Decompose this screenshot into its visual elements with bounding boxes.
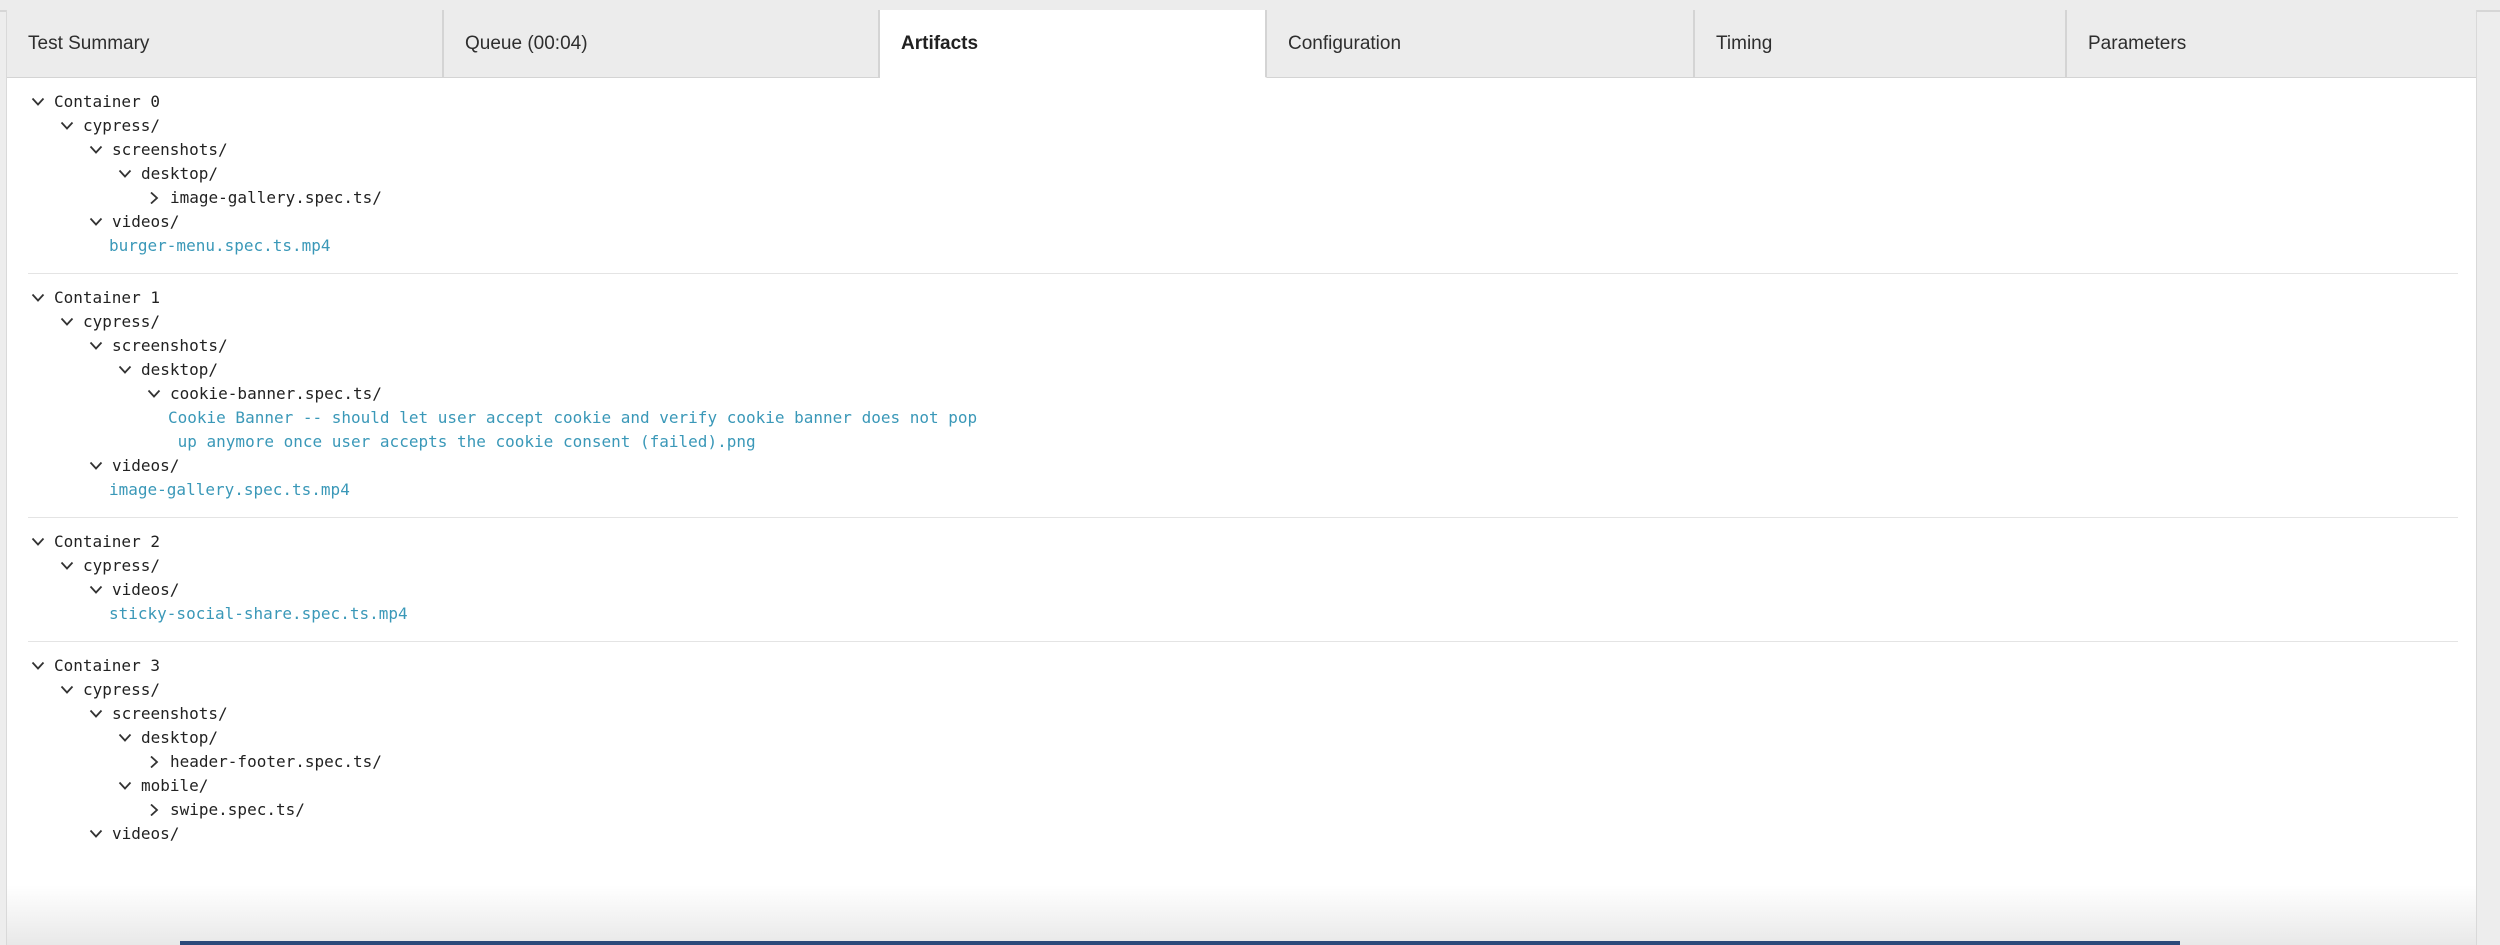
chevron-down-icon[interactable]: [28, 530, 54, 554]
folder-row[interactable]: cypress/: [28, 554, 2458, 578]
chevron-down-icon[interactable]: [86, 138, 112, 162]
artifact-file-link[interactable]: burger-menu.spec.ts.mp4: [109, 234, 331, 258]
chevron-down-icon[interactable]: [57, 554, 83, 578]
chevron-down-icon[interactable]: [86, 454, 112, 478]
artifact-file-link[interactable]: image-gallery.spec.ts.mp4: [109, 478, 350, 502]
chevron-down-icon[interactable]: [115, 358, 141, 382]
folder-name: desktop/: [141, 164, 219, 183]
chevron-right-icon[interactable]: [144, 186, 170, 210]
scroll-fade: [7, 885, 2476, 945]
artifacts-tree: Container 0 cypress/screenshots/desktop/i…: [28, 78, 2458, 861]
chevron-down-icon[interactable]: [28, 654, 54, 678]
folder-row[interactable]: videos/: [28, 454, 2458, 478]
folder-row[interactable]: header-footer.spec.ts/: [28, 750, 2458, 774]
folder-name: desktop/: [141, 360, 219, 379]
chevron-down-icon[interactable]: [115, 774, 141, 798]
container-block: Container 2 cypress/videos/sticky-social-…: [28, 518, 2458, 642]
chevron-down-icon[interactable]: [86, 578, 112, 602]
artifact-file-row: sticky-social-share.spec.ts.mp4: [28, 602, 2458, 626]
container-header[interactable]: Container 2: [28, 530, 2458, 554]
container-header[interactable]: Container 3: [28, 654, 2458, 678]
container-name: Container 3: [54, 656, 160, 675]
chevron-down-icon[interactable]: [57, 310, 83, 334]
folder-name: cypress/: [83, 556, 161, 575]
results-panel: Test Summary Queue (00:04) Artifacts Con…: [6, 10, 2477, 945]
folder-name: cypress/: [83, 116, 161, 135]
container-block: Container 0 cypress/screenshots/desktop/i…: [28, 78, 2458, 274]
tab-configuration[interactable]: Configuration: [1267, 10, 1695, 78]
folder-row[interactable]: screenshots/: [28, 702, 2458, 726]
chevron-down-icon[interactable]: [57, 114, 83, 138]
folder-row[interactable]: screenshots/: [28, 138, 2458, 162]
tab-bar: Test Summary Queue (00:04) Artifacts Con…: [7, 10, 2476, 78]
folder-name: screenshots/: [112, 336, 228, 355]
chevron-down-icon[interactable]: [28, 286, 54, 310]
tab-test-summary[interactable]: Test Summary: [7, 10, 444, 78]
tab-timing[interactable]: Timing: [1695, 10, 2067, 78]
artifact-file-row: image-gallery.spec.ts.mp4: [28, 478, 2458, 502]
container-header[interactable]: Container 0: [28, 90, 2458, 114]
artifact-file-row: Cookie Banner -- should let user accept …: [28, 406, 2458, 454]
chevron-down-icon[interactable]: [86, 822, 112, 846]
folder-name: cypress/: [83, 312, 161, 331]
folder-name: cookie-banner.spec.ts/: [170, 384, 382, 403]
folder-row[interactable]: videos/: [28, 210, 2458, 234]
folder-name: videos/: [112, 456, 180, 475]
folder-name: screenshots/: [112, 704, 228, 723]
artifact-file-link[interactable]: Cookie Banner -- should let user accept …: [168, 406, 977, 454]
folder-name: videos/: [112, 212, 180, 231]
folder-name: screenshots/: [112, 140, 228, 159]
folder-row[interactable]: swipe.spec.ts/: [28, 798, 2458, 822]
folder-name: cypress/: [83, 680, 161, 699]
folder-name: mobile/: [141, 776, 209, 795]
chevron-down-icon[interactable]: [144, 382, 170, 406]
folder-row[interactable]: image-gallery.spec.ts/: [28, 186, 2458, 210]
horizontal-scrollbar[interactable]: [180, 941, 2180, 945]
container-name: Container 1: [54, 288, 160, 307]
folder-row[interactable]: videos/: [28, 578, 2458, 602]
folder-row[interactable]: mobile/: [28, 774, 2458, 798]
tab-artifacts[interactable]: Artifacts: [880, 10, 1267, 78]
folder-row[interactable]: cypress/: [28, 114, 2458, 138]
folder-row[interactable]: desktop/: [28, 358, 2458, 382]
chevron-down-icon[interactable]: [115, 162, 141, 186]
artifact-file-link[interactable]: sticky-social-share.spec.ts.mp4: [109, 602, 408, 626]
folder-name: videos/: [112, 580, 180, 599]
tab-queue[interactable]: Queue (00:04): [444, 10, 880, 78]
chevron-down-icon[interactable]: [86, 210, 112, 234]
folder-row[interactable]: screenshots/: [28, 334, 2458, 358]
chevron-down-icon[interactable]: [86, 334, 112, 358]
container-name: Container 2: [54, 532, 160, 551]
folder-row[interactable]: cypress/: [28, 310, 2458, 334]
folder-name: desktop/: [141, 728, 219, 747]
container-block: Container 3 cypress/screenshots/desktop/h…: [28, 642, 2458, 861]
container-name: Container 0: [54, 92, 160, 111]
chevron-down-icon[interactable]: [28, 90, 54, 114]
folder-row[interactable]: cookie-banner.spec.ts/: [28, 382, 2458, 406]
container-header[interactable]: Container 1: [28, 286, 2458, 310]
folder-row[interactable]: desktop/: [28, 726, 2458, 750]
folder-name: header-footer.spec.ts/: [170, 752, 382, 771]
folder-name: videos/: [112, 824, 180, 843]
folder-row[interactable]: desktop/: [28, 162, 2458, 186]
chevron-right-icon[interactable]: [144, 798, 170, 822]
chevron-right-icon[interactable]: [144, 750, 170, 774]
folder-row[interactable]: cypress/: [28, 678, 2458, 702]
container-block: Container 1 cypress/screenshots/desktop/c…: [28, 274, 2458, 518]
folder-name: swipe.spec.ts/: [170, 800, 305, 819]
artifact-file-row: burger-menu.spec.ts.mp4: [28, 234, 2458, 258]
folder-name: image-gallery.spec.ts/: [170, 188, 382, 207]
folder-row[interactable]: videos/: [28, 822, 2458, 846]
chevron-down-icon[interactable]: [57, 678, 83, 702]
chevron-down-icon[interactable]: [115, 726, 141, 750]
chevron-down-icon[interactable]: [86, 702, 112, 726]
tab-parameters[interactable]: Parameters: [2067, 10, 2476, 78]
